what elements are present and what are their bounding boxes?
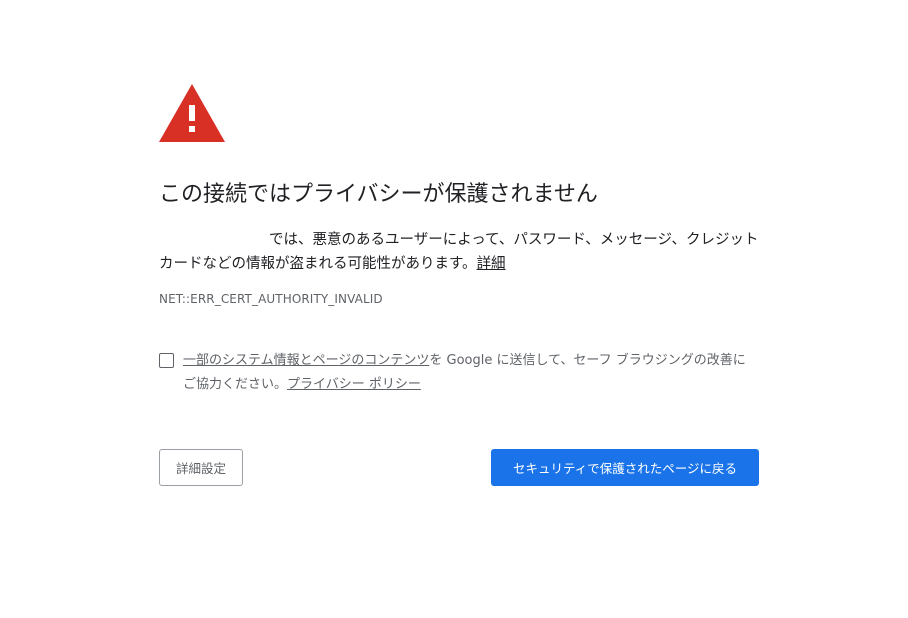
optin-text-block: 一部のシステム情報とページのコンテンツを Google に送信して、セーフ ブラ…	[183, 349, 753, 397]
privacy-policy-link[interactable]: プライバシー ポリシー	[287, 377, 421, 392]
page-title: この接続ではプライバシーが保護されません	[159, 182, 598, 207]
safe-browsing-checkbox[interactable]	[159, 353, 174, 368]
error-code: NET::ERR_CERT_AUTHORITY_INVALID	[159, 292, 383, 306]
ssl-interstitial-page: この接続ではプライバシーが保護されません では、悪意のあるユーザーによって、パス…	[0, 0, 908, 618]
system-info-link[interactable]: 一部のシステム情報とページのコンテンツ	[183, 353, 429, 368]
back-to-safety-button[interactable]: セキュリティで保護されたページに戻る	[491, 449, 759, 486]
description-text: では、悪意のあるユーザーによって、パスワード、メッセージ、クレジット カードなど…	[159, 232, 759, 272]
warning-triangle-icon	[159, 84, 225, 142]
advanced-button[interactable]: 詳細設定	[159, 449, 243, 486]
safe-browsing-optin: 一部のシステム情報とページのコンテンツを Google に送信して、セーフ ブラ…	[159, 349, 759, 399]
details-link[interactable]: 詳細	[477, 256, 506, 272]
warning-description: では、悪意のあるユーザーによって、パスワード、メッセージ、クレジット カードなど…	[159, 228, 759, 276]
